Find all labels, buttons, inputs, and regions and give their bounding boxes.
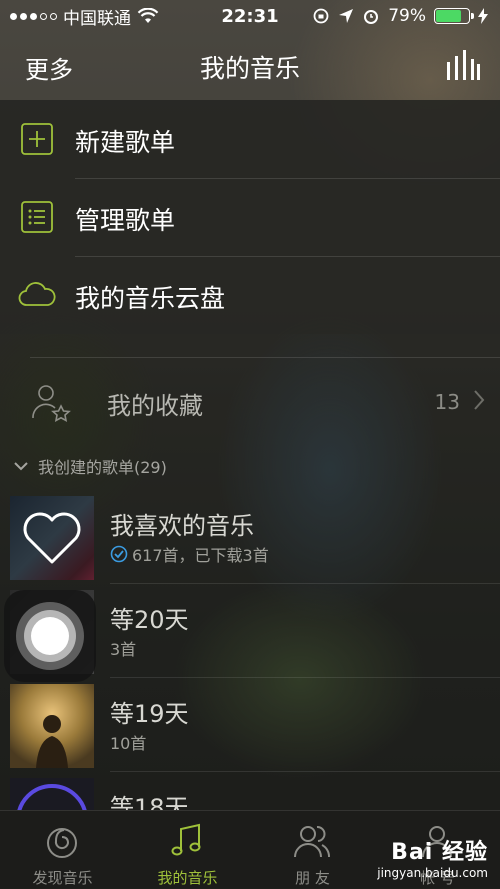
list-square-icon bbox=[21, 201, 53, 233]
menu-item-label: 新建歌单 bbox=[75, 128, 176, 157]
status-bar: 中国联通 22:31 79% bbox=[0, 0, 500, 32]
music-note-icon bbox=[171, 823, 201, 856]
nav-bar: 更多 我的音乐 bbox=[0, 32, 500, 100]
playlist-row[interactable]: 我喜欢的音乐 617首，已下载3首 bbox=[0, 490, 500, 584]
person-star-icon bbox=[32, 385, 71, 422]
battery-percent: 79% bbox=[388, 6, 426, 26]
playlist-subtitle: 10首 bbox=[110, 734, 147, 753]
playlist-subtitle: 617首，已下载3首 bbox=[132, 546, 269, 565]
charging-bolt-icon bbox=[478, 8, 488, 24]
friends-icon bbox=[294, 826, 330, 858]
menu-item-manage-playlists[interactable]: 管理歌单 bbox=[0, 178, 500, 256]
cloud-icon bbox=[18, 282, 56, 306]
watermark-url: jingyan.baidu.com bbox=[377, 866, 488, 880]
playlist-title: 等19天 bbox=[110, 700, 189, 728]
tab-label: 我的音乐 bbox=[157, 869, 218, 887]
menu-item-cloud-drive[interactable]: 我的音乐云盘 bbox=[0, 256, 500, 334]
playlist-title: 我喜欢的音乐 bbox=[110, 512, 254, 540]
page-title: 我的音乐 bbox=[199, 54, 300, 83]
chevron-right-icon bbox=[474, 390, 485, 410]
playlist-subtitle: 3首 bbox=[110, 640, 137, 659]
favorites-row[interactable]: 我的收藏 13 bbox=[0, 360, 500, 444]
location-arrow-icon bbox=[339, 9, 354, 23]
more-menu: 新建歌单 管理歌单 我的音乐云盘 bbox=[0, 100, 500, 334]
menu-item-label: 管理歌单 bbox=[75, 206, 176, 235]
menu-item-new-playlist[interactable]: 新建歌单 bbox=[0, 100, 500, 178]
tab-label: 朋 友 bbox=[295, 869, 330, 887]
tab-label: 发现音乐 bbox=[32, 869, 93, 887]
plus-square-icon bbox=[21, 123, 53, 155]
tab-my-music[interactable]: 我的音乐 bbox=[125, 811, 250, 889]
tab-friends[interactable]: 朋 友 bbox=[250, 811, 375, 889]
watermark-logo: Bai 经验 bbox=[391, 840, 488, 865]
playlist-cover bbox=[10, 684, 94, 768]
orientation-lock-icon bbox=[313, 8, 329, 24]
divider bbox=[30, 357, 500, 358]
favorites-count: 13 bbox=[434, 390, 460, 414]
chevron-down-icon bbox=[14, 462, 28, 471]
playlist-row[interactable]: 等18天 bbox=[0, 772, 500, 810]
battery-icon bbox=[434, 8, 474, 24]
playlist-title: 等20天 bbox=[110, 606, 189, 634]
netease-logo-icon bbox=[47, 828, 77, 858]
playlist-cover bbox=[10, 496, 94, 580]
playlist-title: 等18天 bbox=[110, 794, 189, 810]
playlist-row[interactable]: 等19天 10首 bbox=[0, 678, 500, 772]
alarm-icon bbox=[364, 10, 379, 24]
heart-icon bbox=[23, 512, 81, 564]
created-playlists-header[interactable]: 我创建的歌单(29) bbox=[14, 454, 167, 478]
menu-item-label: 我的音乐云盘 bbox=[75, 284, 226, 313]
tab-discover[interactable]: 发现音乐 bbox=[0, 811, 125, 889]
downloaded-check-icon bbox=[110, 545, 128, 563]
baidu-jingyan-watermark: Bai 经验 jingyan.baidu.com bbox=[377, 834, 488, 880]
playlist-cover bbox=[10, 778, 94, 810]
section-header-label: 我创建的歌单(29) bbox=[38, 458, 167, 477]
equalizer-icon[interactable] bbox=[446, 48, 480, 82]
assistive-touch-button[interactable] bbox=[4, 590, 96, 682]
vinyl-image bbox=[17, 784, 87, 810]
person-silhouette-image bbox=[36, 715, 68, 768]
favorites-label: 我的收藏 bbox=[107, 392, 203, 420]
